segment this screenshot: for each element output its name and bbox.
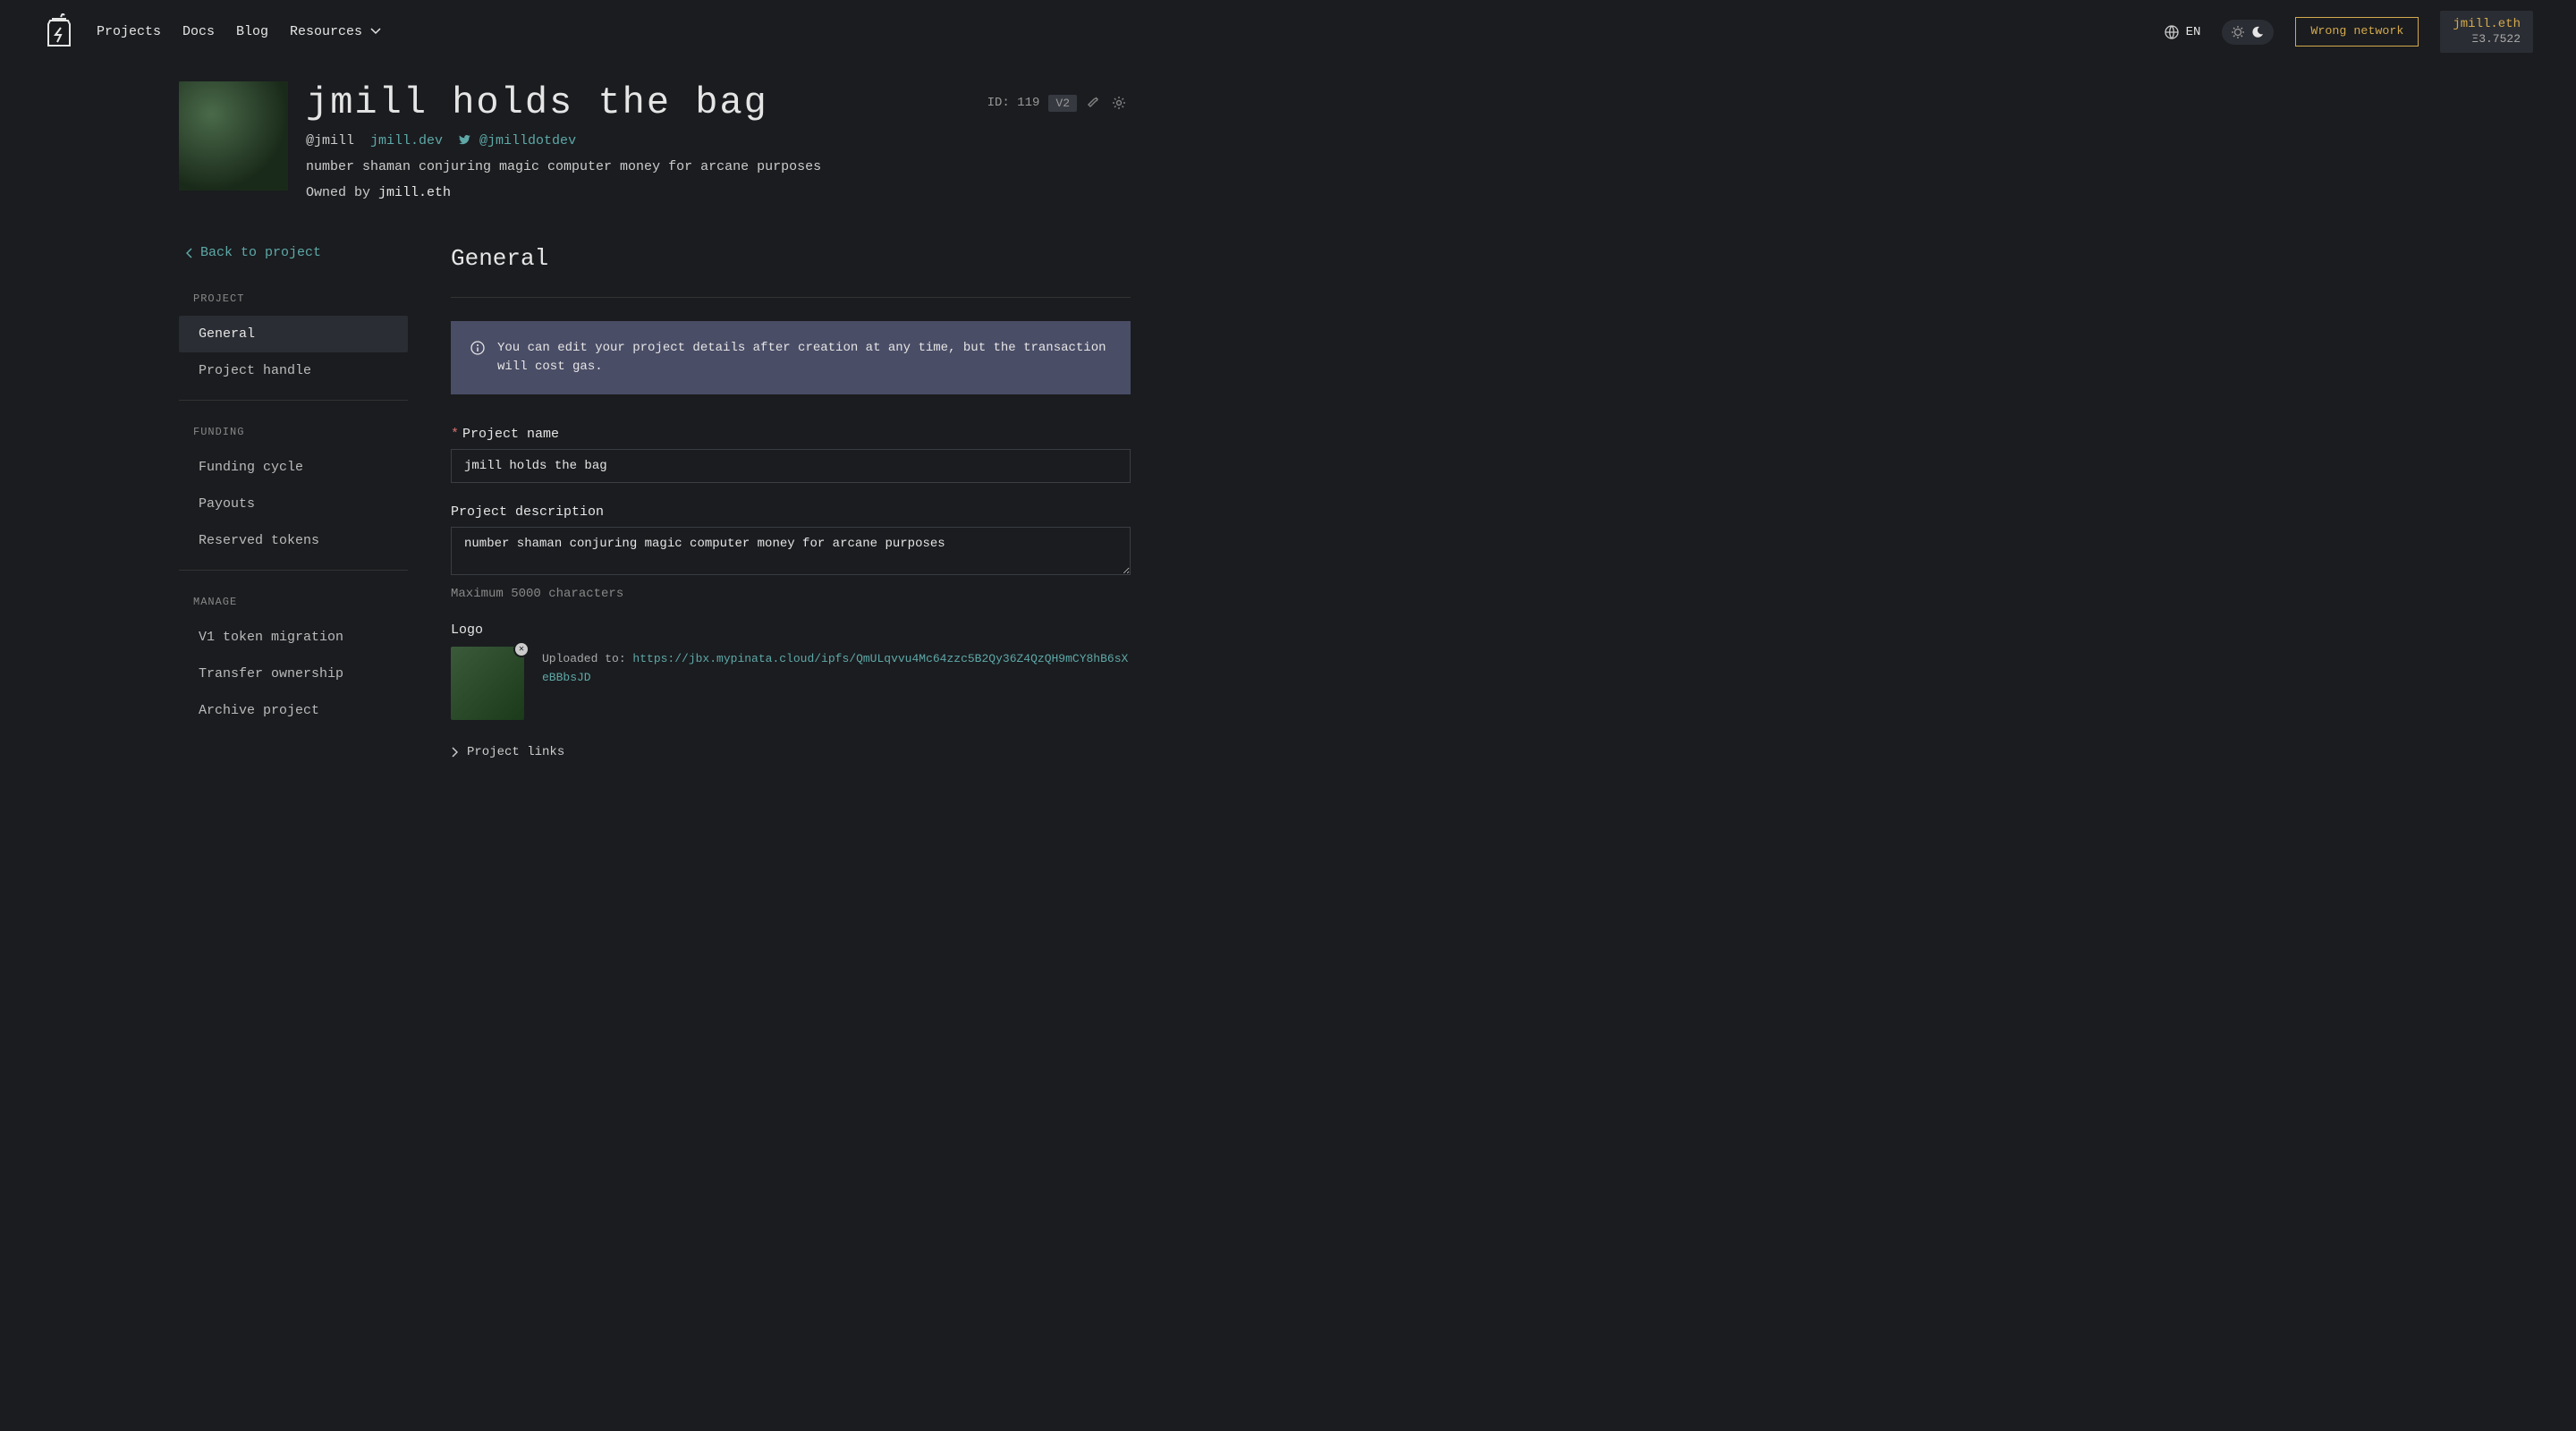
logo[interactable] bbox=[43, 13, 75, 51]
nav-resources[interactable]: Resources bbox=[290, 24, 381, 39]
wrench-icon[interactable] bbox=[1086, 95, 1102, 111]
theme-toggle[interactable] bbox=[2222, 20, 2274, 45]
section-label-manage: MANAGE bbox=[179, 588, 408, 615]
project-description-input[interactable] bbox=[451, 527, 1131, 575]
section-label-project: PROJECT bbox=[179, 285, 408, 312]
sun-icon bbox=[2231, 25, 2245, 39]
close-icon: ✕ bbox=[519, 644, 524, 655]
chevron-down-icon bbox=[370, 24, 381, 39]
info-banner: You can edit your project details after … bbox=[451, 321, 1131, 394]
remove-logo-button[interactable]: ✕ bbox=[513, 641, 530, 657]
back-link-label: Back to project bbox=[200, 245, 321, 260]
section-label-funding: FUNDING bbox=[179, 419, 408, 445]
top-nav: Projects Docs Blog Resources EN Wrong ne… bbox=[0, 0, 2576, 64]
project-name-input[interactable] bbox=[451, 449, 1131, 483]
sidebar-item-payouts[interactable]: Payouts bbox=[179, 486, 408, 522]
avatar bbox=[179, 81, 288, 191]
sidebar-item-general[interactable]: General bbox=[179, 316, 408, 352]
project-description-label: Project description bbox=[451, 504, 1131, 520]
twitter-icon bbox=[459, 133, 479, 148]
chevron-right-icon bbox=[451, 747, 458, 758]
divider bbox=[179, 400, 408, 401]
wrong-network-button[interactable]: Wrong network bbox=[2295, 17, 2419, 47]
wallet-balance: Ξ3.7522 bbox=[2453, 32, 2521, 47]
sidebar: Back to project PROJECT General Project … bbox=[179, 245, 408, 759]
twitter-link[interactable]: @jmilldotdev bbox=[459, 133, 576, 148]
main-content: General You can edit your project detail… bbox=[451, 245, 1131, 759]
owner-address: jmill.eth bbox=[378, 185, 451, 200]
project-links-label: Project links bbox=[467, 745, 564, 759]
project-name-label: *Project name bbox=[451, 427, 1131, 442]
nav-projects[interactable]: Projects bbox=[97, 24, 161, 39]
main-section-title: General bbox=[451, 245, 1131, 272]
nav-blog[interactable]: Blog bbox=[236, 24, 268, 39]
sidebar-item-reserved-tokens[interactable]: Reserved tokens bbox=[179, 522, 408, 559]
language-label: EN bbox=[2186, 25, 2201, 39]
project-links-expander[interactable]: Project links bbox=[451, 745, 1131, 759]
version-badge: V2 bbox=[1048, 95, 1077, 112]
sidebar-item-project-handle[interactable]: Project handle bbox=[179, 352, 408, 389]
sidebar-item-transfer-ownership[interactable]: Transfer ownership bbox=[179, 656, 408, 692]
chevron-left-icon bbox=[186, 248, 193, 258]
project-id: ID: 119 bbox=[987, 96, 1040, 110]
back-to-project-link[interactable]: Back to project bbox=[179, 245, 408, 260]
wallet-box[interactable]: jmill.eth Ξ3.7522 bbox=[2440, 11, 2533, 53]
twitter-handle-text: @jmilldotdev bbox=[479, 133, 576, 148]
project-header: jmill holds the bag ID: 119 V2 @jmill jm… bbox=[0, 64, 1127, 218]
wallet-address: jmill.eth bbox=[2453, 16, 2521, 32]
language-selector[interactable]: EN bbox=[2165, 25, 2201, 39]
logo-label: Logo bbox=[451, 622, 1131, 638]
project-owner: Owned by jmill.eth bbox=[306, 185, 1127, 200]
upload-prefix: Uploaded to: bbox=[542, 652, 632, 665]
sidebar-item-funding-cycle[interactable]: Funding cycle bbox=[179, 449, 408, 486]
page-title: jmill holds the bag bbox=[306, 81, 768, 124]
nav-resources-label: Resources bbox=[290, 24, 362, 39]
divider bbox=[451, 297, 1131, 298]
nav-docs[interactable]: Docs bbox=[182, 24, 215, 39]
project-bio: number shaman conjuring magic computer m… bbox=[306, 159, 1127, 174]
sidebar-item-v1-token-migration[interactable]: V1 token migration bbox=[179, 619, 408, 656]
owner-prefix: Owned by bbox=[306, 185, 378, 200]
info-icon bbox=[470, 341, 485, 377]
divider bbox=[179, 570, 408, 571]
info-banner-text: You can edit your project details after … bbox=[497, 339, 1111, 377]
globe-icon bbox=[2165, 25, 2179, 39]
project-handle: @jmill bbox=[306, 133, 354, 148]
logo-preview: ✕ bbox=[451, 647, 524, 720]
moon-icon bbox=[2250, 25, 2265, 39]
sidebar-item-archive-project[interactable]: Archive project bbox=[179, 692, 408, 729]
upload-info: Uploaded to: https://jbx.mypinata.cloud/… bbox=[542, 647, 1131, 688]
gear-icon[interactable] bbox=[1111, 95, 1127, 111]
website-link[interactable]: jmill.dev bbox=[370, 133, 443, 148]
description-help-text: Maximum 5000 characters bbox=[451, 587, 1131, 601]
